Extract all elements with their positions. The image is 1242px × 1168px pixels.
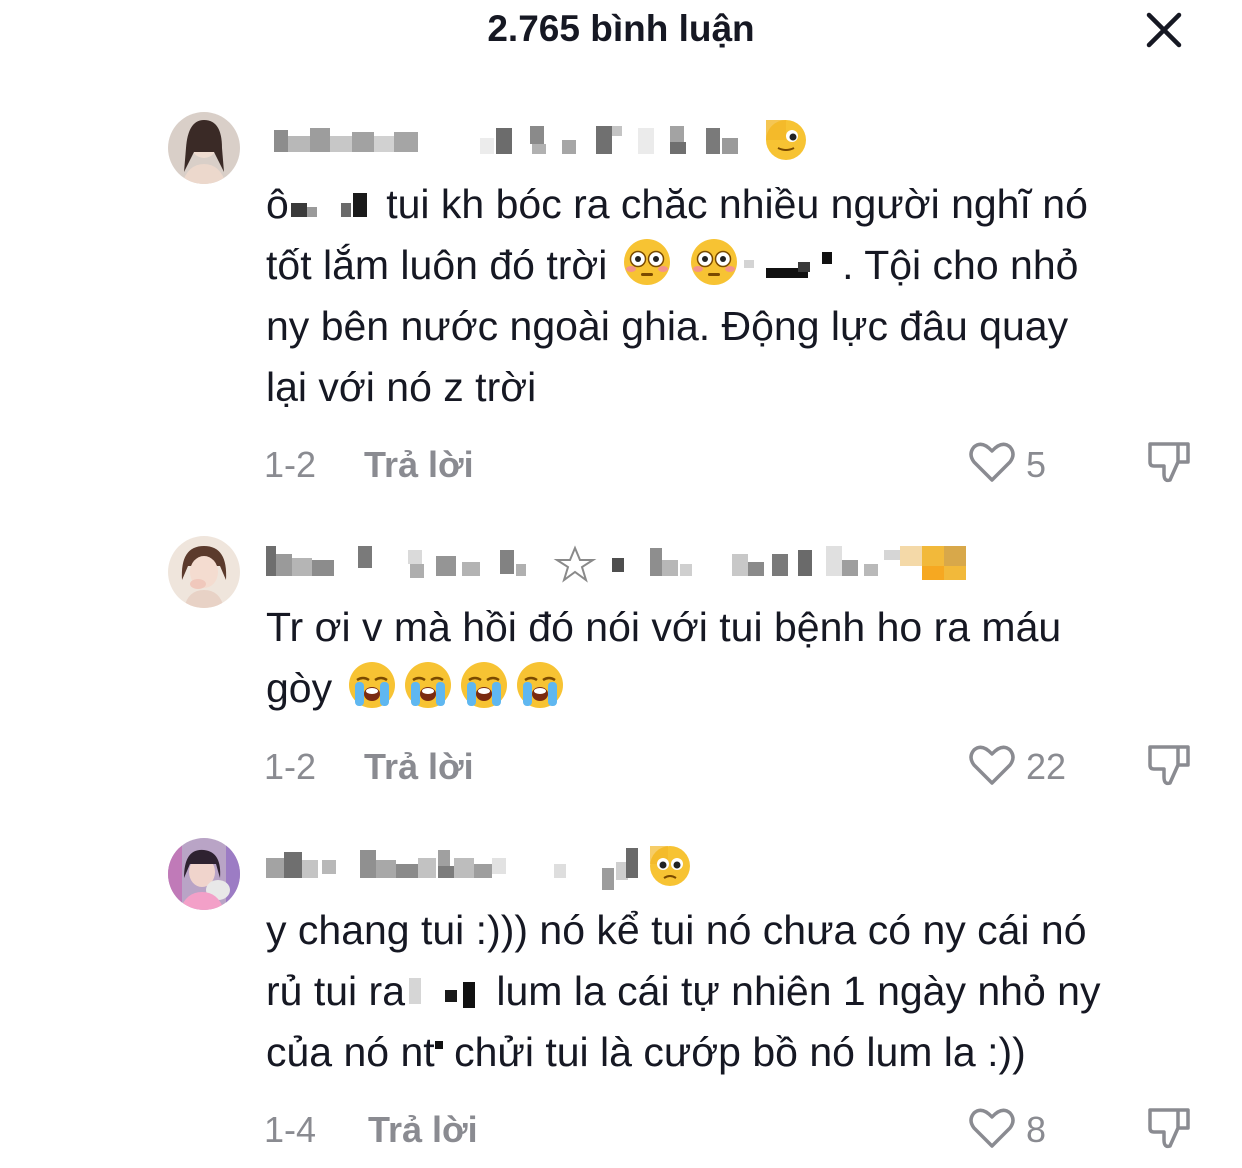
- comment-time: 1-2: [264, 444, 317, 485]
- flushed-face-icon: [691, 239, 738, 285]
- comment-time: 1-2: [264, 746, 317, 787]
- loudly-crying-face-icon: [348, 662, 395, 708]
- avatar[interactable]: [168, 838, 240, 910]
- dislike-icon[interactable]: [1146, 438, 1194, 486]
- loudly-crying-face-icon: [460, 662, 507, 708]
- reply-button[interactable]: Trả lời: [368, 1109, 478, 1151]
- comment-text: y chang tui :))) nó kể tui nó chưa có ny…: [266, 907, 1101, 1075]
- like-count: 5: [1026, 444, 1047, 485]
- username-pixelated[interactable]: [266, 842, 706, 890]
- censor-blur: [434, 1041, 443, 1050]
- like-count: 22: [1026, 746, 1067, 787]
- reply-button[interactable]: Trả lời: [364, 746, 474, 788]
- flushed-face-icon: [623, 239, 670, 285]
- avatar[interactable]: [168, 112, 240, 184]
- username-pixelated[interactable]: [266, 540, 986, 583]
- comments-header: 2.765 bình luận: [0, 0, 1242, 62]
- reply-button[interactable]: Trả lời: [364, 444, 474, 486]
- comments-count-title: 2.765 bình luận: [487, 8, 755, 49]
- heart-icon[interactable]: [968, 743, 1016, 787]
- dislike-icon[interactable]: [1146, 1104, 1194, 1152]
- heart-icon[interactable]: [968, 440, 1016, 484]
- close-icon[interactable]: [1144, 10, 1184, 50]
- dislike-icon[interactable]: [1146, 741, 1194, 789]
- censor-blur: [744, 252, 833, 279]
- heart-icon[interactable]: [968, 1106, 1016, 1150]
- censor-blur: [290, 193, 367, 218]
- censor-blur: [409, 978, 475, 1009]
- comment-text: ô tui kh bóc ra chăc nhiều người nghĩ nó…: [266, 181, 1088, 410]
- like-count: 8: [1026, 1109, 1047, 1150]
- loudly-crying-face-icon: [404, 662, 451, 708]
- username-pixelated[interactable]: [266, 118, 826, 160]
- comment-time: 1-4: [264, 1109, 317, 1150]
- avatar[interactable]: [168, 536, 240, 608]
- loudly-crying-face-icon: [516, 662, 563, 708]
- comment-text: Tr ơi v mà hồi đó nói với tui bệnh ho ra…: [266, 604, 1062, 711]
